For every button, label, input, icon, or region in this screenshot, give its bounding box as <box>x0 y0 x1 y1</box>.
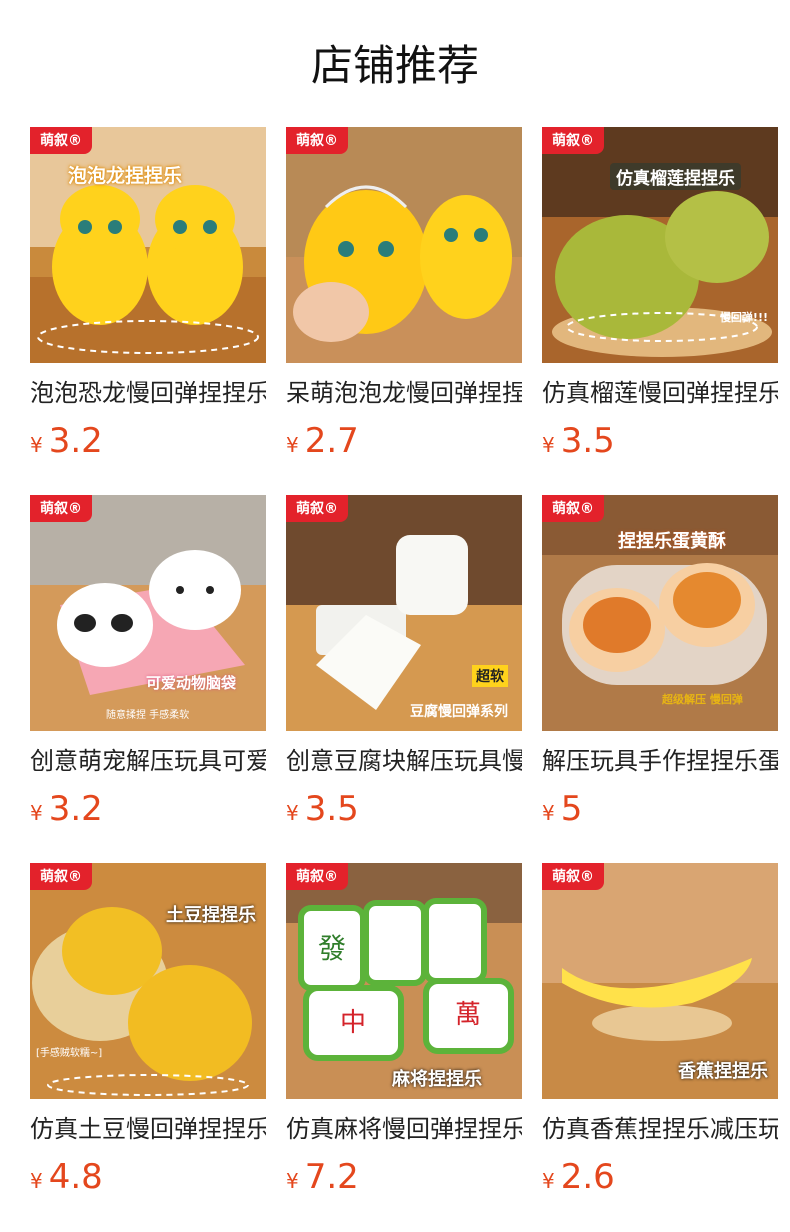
product-title[interactable]: 仿真榴莲慢回弹捏捏乐 <box>542 377 778 409</box>
image-sticker: 超软 <box>472 665 508 687</box>
product-price: ¥3.5 <box>542 421 615 461</box>
brand-badge: 萌叙® <box>286 127 348 154</box>
product-title[interactable]: 仿真土豆慢回弹捏捏乐 <box>30 1113 266 1145</box>
mahjong-tiles-image[interactable]: 發 中 萬 萌叙® 麻将捏捏乐 <box>286 863 522 1099</box>
product-title[interactable]: 创意萌宠解压玩具可爱 <box>30 745 266 777</box>
brand-badge: 萌叙® <box>542 495 604 522</box>
brand-badge: 萌叙® <box>286 495 348 522</box>
product-price: ¥3.2 <box>30 421 103 461</box>
brand-badge: 萌叙® <box>30 127 92 154</box>
image-sticker: 超级解压 慢回弹 <box>662 693 743 706</box>
svg-text:中: 中 <box>340 1008 366 1038</box>
product-title[interactable]: 解压玩具手作捏捏乐蛋 <box>542 745 778 777</box>
page-title: 店铺推荐 <box>310 41 479 90</box>
product-title[interactable]: 创意豆腐块解压玩具慢 <box>286 745 522 777</box>
image-caption: 麻将捏捏乐 <box>392 1069 482 1090</box>
product-title[interactable]: 仿真香蕉捏捏乐减压玩 <box>542 1113 778 1145</box>
image-subcaption: 随意揉捏 手感柔软 <box>106 710 190 721</box>
image-caption: 可爱动物脑袋 <box>146 674 237 692</box>
product-card[interactable]: 萌叙® 土豆捏捏乐 [手感贼软糯~] 仿真土豆慢回弹捏捏乐 ¥4.8 <box>30 863 266 1231</box>
product-card[interactable]: 發 中 萬 萌叙® 麻将捏捏乐 仿真麻将慢回弹捏捏乐 ¥7.2 <box>286 863 522 1231</box>
product-title[interactable]: 仿真麻将慢回弹捏捏乐 <box>286 1113 522 1145</box>
brand-badge: 萌叙® <box>542 863 604 890</box>
product-card[interactable]: 萌叙® 可爱动物脑袋 随意揉捏 手感柔软 创意萌宠解压玩具可爱 ¥3.2 <box>30 495 266 863</box>
product-price: ¥2.7 <box>286 421 359 461</box>
product-card[interactable]: 萌叙® 超软 豆腐慢回弹系列 创意豆腐块解压玩具慢 ¥3.5 <box>286 495 522 863</box>
image-caption: 豆腐慢回弹系列 <box>410 704 508 720</box>
product-price: ¥3.5 <box>286 789 359 829</box>
brand-badge: 萌叙® <box>30 495 92 522</box>
image-caption: 泡泡龙捏捏乐 <box>68 165 183 187</box>
image-sticker: [手感贼软糯~] <box>36 1048 103 1059</box>
brand-badge: 萌叙® <box>286 863 348 890</box>
yellow-dinosaur-toys-image[interactable]: 萌叙® 泡泡龙捏捏乐 <box>30 127 266 363</box>
egg-yolk-pastry-image[interactable]: 萌叙® 捏捏乐蛋黄酥 超级解压 慢回弹 <box>542 495 778 731</box>
svg-text:萬: 萬 <box>455 1000 481 1030</box>
product-price: ¥5 <box>542 789 583 829</box>
brand-badge: 萌叙® <box>30 863 92 890</box>
image-sticker: 慢回弹!!! <box>719 311 768 324</box>
product-card[interactable]: 萌叙® 仿真榴莲捏捏乐 慢回弹!!! 仿真榴莲慢回弹捏捏乐 ¥3.5 <box>542 127 778 495</box>
product-price: ¥4.8 <box>30 1157 103 1197</box>
image-caption: 捏捏乐蛋黄酥 <box>618 531 726 552</box>
product-card[interactable]: 萌叙® 捏捏乐蛋黄酥 超级解压 慢回弹 解压玩具手作捏捏乐蛋 ¥5 <box>542 495 778 863</box>
product-card[interactable]: 萌叙® 香蕉捏捏乐 仿真香蕉捏捏乐减压玩 ¥2.6 <box>542 863 778 1231</box>
product-price: ¥3.2 <box>30 789 103 829</box>
brand-badge: 萌叙® <box>542 127 604 154</box>
product-price: ¥2.6 <box>542 1157 615 1197</box>
potato-toys-image[interactable]: 萌叙® 土豆捏捏乐 [手感贼软糯~] <box>30 863 266 1099</box>
yellow-dinosaur-net-image[interactable]: 萌叙® <box>286 127 522 363</box>
tofu-blocks-image[interactable]: 萌叙® 超软 豆腐慢回弹系列 <box>286 495 522 731</box>
image-caption: 土豆捏捏乐 <box>166 905 256 926</box>
product-card[interactable]: 萌叙® 泡泡龙捏捏乐 泡泡恐龙慢回弹捏捏乐 ¥3.2 <box>30 127 266 495</box>
product-card[interactable]: 萌叙® 呆萌泡泡龙慢回弹捏捏乐 ¥2.7 <box>286 127 522 495</box>
product-grid: 萌叙® 泡泡龙捏捏乐 泡泡恐龙慢回弹捏捏乐 ¥3.2 萌叙® 呆萌泡泡龙慢回弹捏… <box>30 127 780 1231</box>
product-title[interactable]: 呆萌泡泡龙慢回弹捏捏乐 <box>286 377 522 409</box>
svg-text:發: 發 <box>318 932 346 965</box>
panda-cat-heads-image[interactable]: 萌叙® 可爱动物脑袋 随意揉捏 手感柔软 <box>30 495 266 731</box>
banana-toy-image[interactable]: 萌叙® 香蕉捏捏乐 <box>542 863 778 1099</box>
product-title[interactable]: 泡泡恐龙慢回弹捏捏乐 <box>30 377 266 409</box>
durian-toy-image[interactable]: 萌叙® 仿真榴莲捏捏乐 慢回弹!!! <box>542 127 778 363</box>
product-price: ¥7.2 <box>286 1157 359 1197</box>
image-caption: 仿真榴莲捏捏乐 <box>610 163 741 190</box>
image-caption: 香蕉捏捏乐 <box>678 1061 768 1082</box>
